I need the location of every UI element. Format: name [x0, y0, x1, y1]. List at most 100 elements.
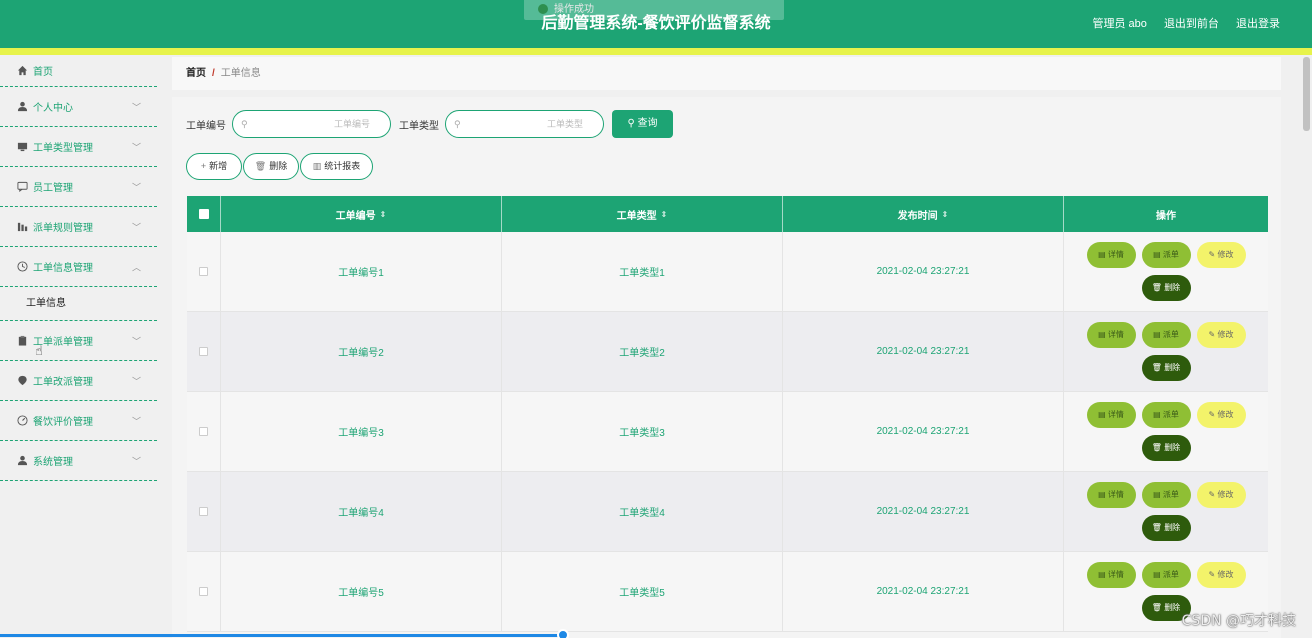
batch-delete-button[interactable]: 🗑 删除: [243, 153, 299, 180]
sidebar-item-ticket-type[interactable]: 工单类型管理 ﹀: [0, 127, 157, 167]
chevron-up-icon: ︿: [131, 262, 141, 272]
sidebar-item-ticket-info[interactable]: 工单信息管理 ︿: [0, 247, 157, 287]
assign-button[interactable]: ▤ 派单: [1141, 402, 1191, 428]
breadcrumb-current: 工单信息: [220, 68, 261, 79]
sidebar-item-label: 首页: [33, 67, 53, 78]
trash-icon: 🗑: [1151, 363, 1165, 372]
sort-icon: ⇕: [660, 209, 668, 219]
document-icon: ▤: [1153, 250, 1163, 259]
ticket-table: 工单编号 ⇕ 工单类型 ⇕ 发布时间 ⇕ 操作 工单编号1 工单类型1 2021-02…: [187, 196, 1268, 632]
column-header-publish-time[interactable]: 发布时间 ⇕: [783, 196, 1064, 232]
detail-button[interactable]: ▤ 详情: [1086, 242, 1136, 268]
sidebar-item-dining-review[interactable]: 餐饮评价管理 ﹀: [0, 401, 157, 441]
document-icon: ▤: [1153, 570, 1163, 579]
assign-button[interactable]: ▤ 派单: [1141, 482, 1191, 508]
edit-button[interactable]: ✎ 修改: [1196, 242, 1246, 268]
column-header-ticket-type[interactable]: 工单类型 ⇕: [502, 196, 783, 232]
column-header-label: 发布时间: [897, 210, 938, 222]
detail-button[interactable]: ▤ 详情: [1086, 322, 1136, 348]
select-all-checkbox[interactable]: [198, 209, 209, 219]
table-row: 工单编号3 工单类型3 2021-02-04 23:27:21 ▤ 详情 ▤ 派单…: [187, 392, 1268, 472]
table-row: 工单编号4 工单类型4 2021-02-04 23:27:21 ▤ 详情 ▤ 派单…: [187, 472, 1268, 552]
ticket-no-cell: 工单编号1: [221, 232, 502, 311]
bar-chart-icon: ▥: [312, 161, 322, 171]
detail-label: 详情: [1107, 570, 1124, 579]
detail-button[interactable]: ▤ 详情: [1086, 482, 1136, 508]
row-delete-button[interactable]: 🗑 删除: [1141, 515, 1191, 541]
edit-label: 修改: [1217, 410, 1234, 419]
row-checkbox[interactable]: [199, 347, 208, 356]
sidebar-item-dispatch-rules[interactable]: 派单规则管理 ﹀: [0, 207, 157, 247]
progress-handle[interactable]: [557, 629, 569, 638]
row-actions: ▤ 详情 ▤ 派单 ✎ 修改 🗑 删除: [1064, 232, 1268, 311]
row-checkbox[interactable]: [199, 507, 208, 516]
row-checkbox[interactable]: [199, 587, 208, 596]
gauge-icon: [16, 415, 28, 427]
row-delete-button[interactable]: 🗑 删除: [1141, 355, 1191, 381]
exit-to-front-link[interactable]: 退出到前台: [1164, 18, 1219, 30]
report-button[interactable]: ▥ 统计报表: [300, 153, 373, 180]
row-checkbox[interactable]: [199, 267, 208, 276]
sidebar-item-label: 员工管理: [33, 183, 73, 194]
breadcrumb-separator: /: [212, 68, 215, 79]
row-delete-button[interactable]: 🗑 删除: [1141, 435, 1191, 461]
document-icon: ▤: [1098, 330, 1108, 339]
header-user-area: 管理员 abo 退出到前台 退出登录: [1078, 0, 1280, 48]
assign-button[interactable]: ▤ 派单: [1141, 562, 1191, 588]
row-delete-button[interactable]: 🗑 删除: [1141, 275, 1191, 301]
query-button[interactable]: ⚲ 查询: [612, 110, 673, 138]
publish-time-cell: 2021-02-04 23:27:21: [783, 312, 1064, 391]
sidebar-item-label: 工单改派管理: [33, 377, 93, 388]
admin-user[interactable]: 管理员 abo: [1092, 18, 1146, 30]
ticket-type-input[interactable]: ⚲ 工单类型: [445, 110, 604, 138]
video-progress-bar[interactable]: [0, 634, 563, 637]
sidebar-item-label: 工单信息管理: [33, 263, 93, 274]
ticket-no-cell: 工单编号5: [221, 552, 502, 631]
sidebar-item-staff[interactable]: 员工管理 ﹀: [0, 167, 157, 207]
sidebar-item-home[interactable]: 首页: [0, 55, 157, 87]
monitor-icon: [16, 141, 28, 153]
column-header-ticket-no[interactable]: 工单编号 ⇕: [221, 196, 502, 232]
ticket-no-placeholder: 工单编号: [333, 119, 370, 129]
sort-icon: ⇕: [379, 209, 387, 219]
sidebar-item-ticket-reassign[interactable]: 工单改派管理 ﹀: [0, 361, 157, 401]
publish-time-cell: 2021-02-04 23:27:21: [783, 392, 1064, 471]
row-select-cell: [187, 312, 221, 391]
edit-button[interactable]: ✎ 修改: [1196, 562, 1246, 588]
publish-time-cell: 2021-02-04 23:27:21: [783, 232, 1064, 311]
edit-button[interactable]: ✎ 修改: [1196, 482, 1246, 508]
assign-button[interactable]: ▤ 派单: [1141, 242, 1191, 268]
table-row: 工单编号5 工单类型5 2021-02-04 23:27:21 ▤ 详情 ▤ 派单…: [187, 552, 1268, 632]
ticket-type-cell: 工单类型2: [502, 312, 783, 391]
ticket-no-input[interactable]: ⚲ 工单编号: [232, 110, 391, 138]
sidebar-item-system[interactable]: 系统管理 ﹀: [0, 441, 157, 481]
list-panel: 工单编号 ⚲ 工单编号 工单类型 ⚲ 工单类型 ⚲ 查询 + 新增 🗑 删除 ▥ 统计报表…: [172, 97, 1281, 638]
document-icon: ▤: [1153, 330, 1163, 339]
edit-label: 修改: [1217, 490, 1234, 499]
chevron-down-icon: ﹀: [131, 416, 141, 426]
logout-link[interactable]: 退出登录: [1236, 18, 1280, 30]
breadcrumb-home[interactable]: 首页: [186, 68, 206, 79]
user-icon: [16, 101, 28, 113]
sidebar-item-ticket-dispatch[interactable]: 工单派单管理 ﹀: [0, 321, 157, 361]
publish-time-cell: 2021-02-04 23:27:21: [783, 472, 1064, 551]
sidebar-item-personal-center[interactable]: 个人中心 ﹀: [0, 87, 157, 127]
assign-label: 派单: [1162, 410, 1179, 419]
row-select-cell: [187, 472, 221, 551]
vertical-scrollbar[interactable]: [1301, 55, 1312, 638]
detail-button[interactable]: ▤ 详情: [1086, 402, 1136, 428]
chevron-down-icon: ﹀: [131, 102, 141, 112]
edit-button[interactable]: ✎ 修改: [1196, 402, 1246, 428]
ticket-type-cell: 工单类型5: [502, 552, 783, 631]
detail-button[interactable]: ▤ 详情: [1086, 562, 1136, 588]
row-checkbox[interactable]: [199, 427, 208, 436]
assign-button[interactable]: ▤ 派单: [1141, 322, 1191, 348]
assign-label: 派单: [1162, 570, 1179, 579]
query-button-label: 查询: [637, 118, 658, 129]
scrollbar-thumb[interactable]: [1303, 57, 1310, 131]
clipboard-icon: [16, 335, 28, 347]
add-button[interactable]: + 新增: [186, 153, 242, 180]
edit-button[interactable]: ✎ 修改: [1196, 322, 1246, 348]
sidebar-subitem-ticket-info[interactable]: 工单信息: [0, 287, 157, 321]
column-header-label: 操作: [1156, 210, 1176, 222]
